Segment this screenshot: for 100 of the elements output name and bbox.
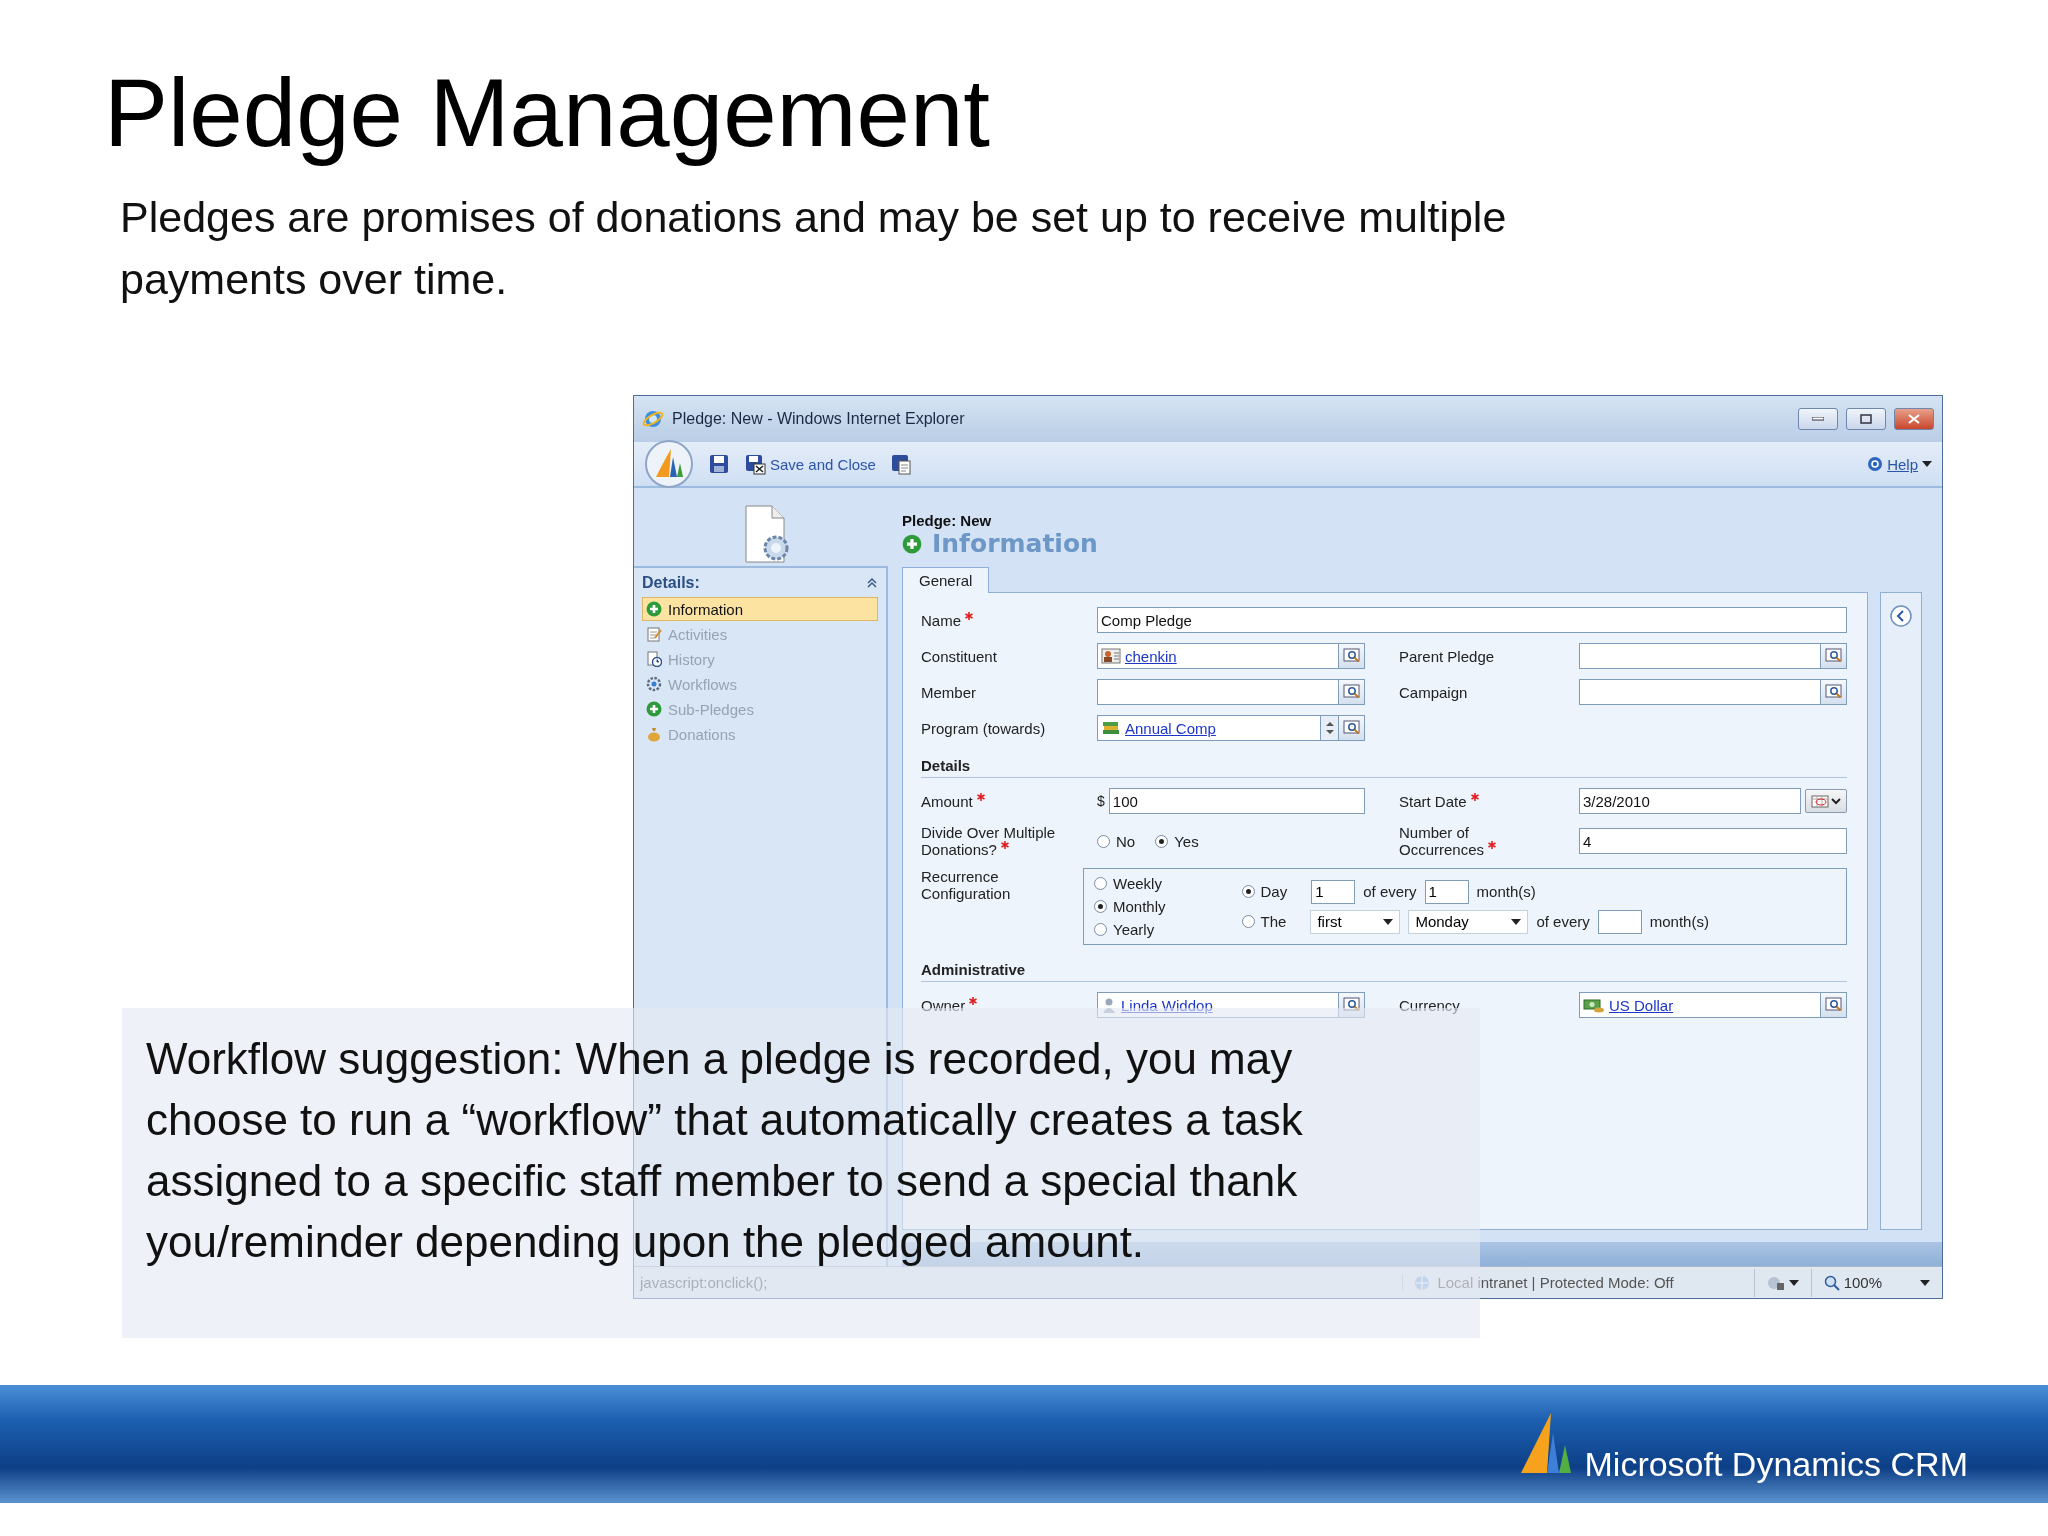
text-field[interactable]: Comp Pledge	[1097, 607, 1847, 633]
contact-card-icon	[1101, 648, 1121, 664]
ordinal-dropdown[interactable]: first	[1310, 909, 1401, 934]
field-text: month(s)	[1649, 913, 1709, 930]
radio-button[interactable]	[1094, 900, 1107, 913]
radio-option[interactable]: Yearly	[1094, 921, 1166, 938]
text-field[interactable]: 4	[1579, 828, 1847, 854]
lookup-field[interactable]: Linda Widdop	[1097, 992, 1365, 1018]
save-and-close-button[interactable]: Save and Close	[744, 453, 876, 475]
field-label: Parent Pledge	[1399, 647, 1496, 665]
collapse-icon[interactable]	[866, 577, 878, 589]
day-field[interactable]: 1	[1311, 879, 1356, 904]
radio-option[interactable]: Yes	[1155, 832, 1199, 850]
lookup-field[interactable]: US Dollar	[1579, 992, 1847, 1018]
required-asterisk-icon	[976, 792, 985, 801]
radio-button[interactable]	[1241, 915, 1255, 928]
radio-button[interactable]	[1155, 834, 1169, 848]
nav-item[interactable]: Information	[642, 597, 878, 621]
plus-icon	[646, 701, 662, 717]
radio-button[interactable]	[1097, 834, 1110, 848]
lookup-button[interactable]	[1338, 716, 1364, 740]
lookup-link[interactable]: chenkin	[1121, 647, 1338, 665]
money-bag-icon	[646, 726, 662, 742]
caret-icon	[1920, 1279, 1930, 1286]
calendar-button[interactable]	[1805, 789, 1847, 813]
search-icon	[1824, 648, 1843, 664]
lookup-link[interactable]: Linda Widdop	[1117, 996, 1338, 1014]
search-icon	[1342, 997, 1361, 1013]
save-button[interactable]	[708, 453, 730, 475]
lookup-button[interactable]	[1820, 644, 1846, 668]
slide-subtitle: Pledges are promises of donations and may be set up to receive multiple payments over time.	[120, 191, 1508, 305]
money-icon	[1583, 997, 1605, 1013]
lookup-button[interactable]	[1338, 680, 1364, 704]
brand-name: Microsoft Dynamics CRM	[1584, 1444, 1968, 1484]
status-url: javascript:onclick();	[638, 1274, 769, 1291]
field-label: Constituent	[921, 647, 998, 665]
date-field[interactable]: 3/28/2010	[1579, 788, 1801, 814]
close-icon	[1908, 414, 1920, 424]
lookup-field[interactable]	[1579, 643, 1847, 669]
lookup-button[interactable]	[1820, 993, 1846, 1017]
clock-icon	[646, 651, 662, 667]
field-text: of every	[1536, 913, 1590, 930]
radio-label: Monthly	[1113, 898, 1166, 915]
caret-icon	[1788, 1279, 1799, 1286]
field-label: Currency	[1399, 996, 1461, 1014]
search-icon	[1342, 720, 1361, 736]
required-asterisk-icon	[1470, 792, 1479, 801]
help-button[interactable]: Help	[1867, 455, 1932, 473]
field-label: Start Date	[1399, 792, 1579, 810]
zoom-icon	[1823, 1274, 1840, 1291]
field-label: Amount	[921, 792, 1097, 810]
radio-button[interactable]	[1094, 923, 1107, 936]
radio-option[interactable]: Weekly	[1094, 875, 1166, 892]
months-field[interactable]: 1	[1424, 879, 1469, 904]
radio-button[interactable]	[1094, 877, 1107, 890]
field-label: Owner	[921, 996, 1097, 1014]
search-icon	[1824, 684, 1843, 700]
radio-option[interactable]: No	[1097, 832, 1136, 850]
section-heading: Details	[921, 751, 1847, 778]
spin-arrows-icon	[1325, 721, 1334, 735]
field-text: of every	[1363, 883, 1417, 900]
form-tab[interactable]: General	[902, 567, 990, 593]
form-section-title: Information	[932, 529, 1098, 558]
minimize-button[interactable]	[1798, 408, 1838, 430]
months-field[interactable]	[1597, 909, 1642, 934]
lookup-button[interactable]	[1338, 993, 1364, 1017]
zoom-button[interactable]: 100%	[1810, 1268, 1942, 1297]
text-field[interactable]: 100	[1108, 788, 1365, 814]
close-button[interactable]	[1894, 408, 1934, 430]
radio-option[interactable]: Day	[1241, 883, 1288, 900]
lookup-button[interactable]	[1820, 680, 1846, 704]
form-entity-title: Pledge: New	[902, 512, 993, 529]
notepad-icon	[646, 626, 662, 642]
calendar-icon	[1811, 794, 1841, 808]
lookup-link[interactable]: Annual Comp	[1121, 719, 1320, 737]
lookup-field[interactable]	[1579, 679, 1847, 705]
lookup-link[interactable]: US Dollar	[1605, 996, 1820, 1014]
search-icon	[1342, 648, 1361, 664]
radio-button[interactable]	[1241, 885, 1255, 898]
lookup-field[interactable]: Annual Comp	[1097, 715, 1365, 741]
lookup-field[interactable]	[1097, 679, 1365, 705]
field-label: Name	[921, 611, 1097, 629]
maximize-button[interactable]	[1846, 408, 1886, 430]
radio-label: No	[1116, 832, 1136, 850]
weekday-dropdown[interactable]: Monday	[1408, 909, 1529, 934]
app-logo-icon	[644, 439, 694, 489]
spin-button[interactable]	[1320, 716, 1338, 740]
security-zone: Local intranet | Protected Mode: Off	[1402, 1274, 1754, 1291]
window-title: Pledge: New - Windows Internet Explorer	[672, 410, 966, 428]
search-icon	[1824, 997, 1843, 1013]
globe-icon	[1413, 1274, 1432, 1291]
lookup-field[interactable]: chenkin	[1097, 643, 1365, 669]
lookup-button[interactable]	[1338, 644, 1364, 668]
radio-option[interactable]: Monthly	[1094, 898, 1166, 915]
field-label: Divide Over Multiple Donations?	[921, 824, 1057, 858]
minimize-icon	[1812, 417, 1824, 421]
field-text: month(s)	[1476, 883, 1536, 900]
field-label: Campaign	[1399, 683, 1469, 701]
radio-option[interactable]: The	[1241, 913, 1287, 930]
save-and-new-button[interactable]	[889, 453, 912, 475]
